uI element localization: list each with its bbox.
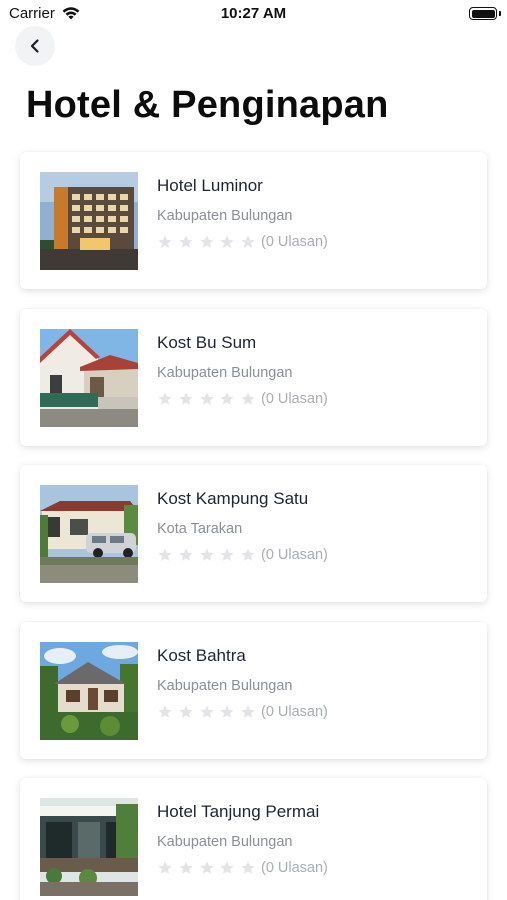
listing-photo bbox=[40, 642, 138, 740]
star-icon bbox=[240, 704, 256, 720]
star-icon bbox=[157, 391, 173, 407]
star-icon bbox=[240, 391, 256, 407]
rating-row: (0 Ulasan) bbox=[157, 547, 328, 563]
rating-row: (0 Ulasan) bbox=[157, 704, 328, 720]
rating-row: (0 Ulasan) bbox=[157, 234, 328, 250]
star-icon bbox=[240, 234, 256, 250]
listing-photo bbox=[40, 329, 138, 427]
review-count: (0 Ulasan) bbox=[260, 391, 328, 407]
star-icon bbox=[199, 704, 215, 720]
listing-photo bbox=[40, 485, 138, 583]
star-icon bbox=[157, 860, 173, 876]
review-count: (0 Ulasan) bbox=[260, 860, 328, 876]
star-icon bbox=[199, 547, 215, 563]
listing-card[interactable]: Kost Kampung Satu Kota Tarakan (0 Ulasan… bbox=[20, 465, 487, 602]
star-icon bbox=[240, 860, 256, 876]
chevron-left-icon bbox=[30, 39, 39, 53]
star-icon bbox=[240, 547, 256, 563]
star-icon bbox=[219, 860, 235, 876]
listing-location: Kabupaten Bulungan bbox=[157, 678, 293, 694]
page-title: Hotel & Penginapan bbox=[26, 84, 389, 126]
listing-card[interactable]: Hotel Luminor Kabupaten Bulungan (0 Ulas… bbox=[20, 152, 487, 289]
listing-name: Kost Kampung Satu bbox=[157, 489, 309, 508]
star-icon bbox=[178, 391, 194, 407]
listing-card[interactable]: Kost Bahtra Kabupaten Bulungan (0 Ulasan… bbox=[20, 622, 487, 759]
listing-card[interactable]: Kost Bu Sum Kabupaten Bulungan (0 Ulasan… bbox=[20, 309, 487, 446]
review-count: (0 Ulasan) bbox=[260, 704, 328, 720]
star-icon bbox=[178, 704, 194, 720]
star-icon bbox=[178, 860, 194, 876]
listing-photo bbox=[40, 798, 138, 896]
star-icon bbox=[219, 234, 235, 250]
status-bar: Carrier 10:27 AM bbox=[0, 0, 507, 28]
review-count: (0 Ulasan) bbox=[260, 234, 328, 250]
star-icon bbox=[157, 547, 173, 563]
star-icon bbox=[199, 391, 215, 407]
listing-name: Kost Bahtra bbox=[157, 646, 246, 665]
rating-row: (0 Ulasan) bbox=[157, 391, 328, 407]
review-count: (0 Ulasan) bbox=[260, 547, 328, 563]
star-icon bbox=[178, 234, 194, 250]
battery-icon bbox=[469, 7, 501, 20]
star-icon bbox=[199, 860, 215, 876]
star-icon bbox=[219, 704, 235, 720]
listing-location: Kota Tarakan bbox=[157, 521, 243, 537]
back-button[interactable] bbox=[15, 26, 55, 66]
clock: 10:27 AM bbox=[220, 5, 287, 22]
listing-location: Kabupaten Bulungan bbox=[157, 208, 293, 224]
listing-photo bbox=[40, 172, 138, 270]
listing-location: Kabupaten Bulungan bbox=[157, 834, 293, 850]
listing-name: Hotel Luminor bbox=[157, 176, 263, 195]
rating-row: (0 Ulasan) bbox=[157, 860, 328, 876]
listing-name: Kost Bu Sum bbox=[157, 333, 257, 352]
star-icon bbox=[178, 547, 194, 563]
star-icon bbox=[157, 234, 173, 250]
listing-card[interactable]: Hotel Tanjung Permai Kabupaten Bulungan … bbox=[20, 778, 487, 900]
listing-name: Hotel Tanjung Permai bbox=[157, 802, 320, 821]
star-icon bbox=[157, 704, 173, 720]
listing-location: Kabupaten Bulungan bbox=[157, 365, 293, 381]
star-icon bbox=[199, 234, 215, 250]
star-icon bbox=[219, 391, 235, 407]
star-icon bbox=[219, 547, 235, 563]
